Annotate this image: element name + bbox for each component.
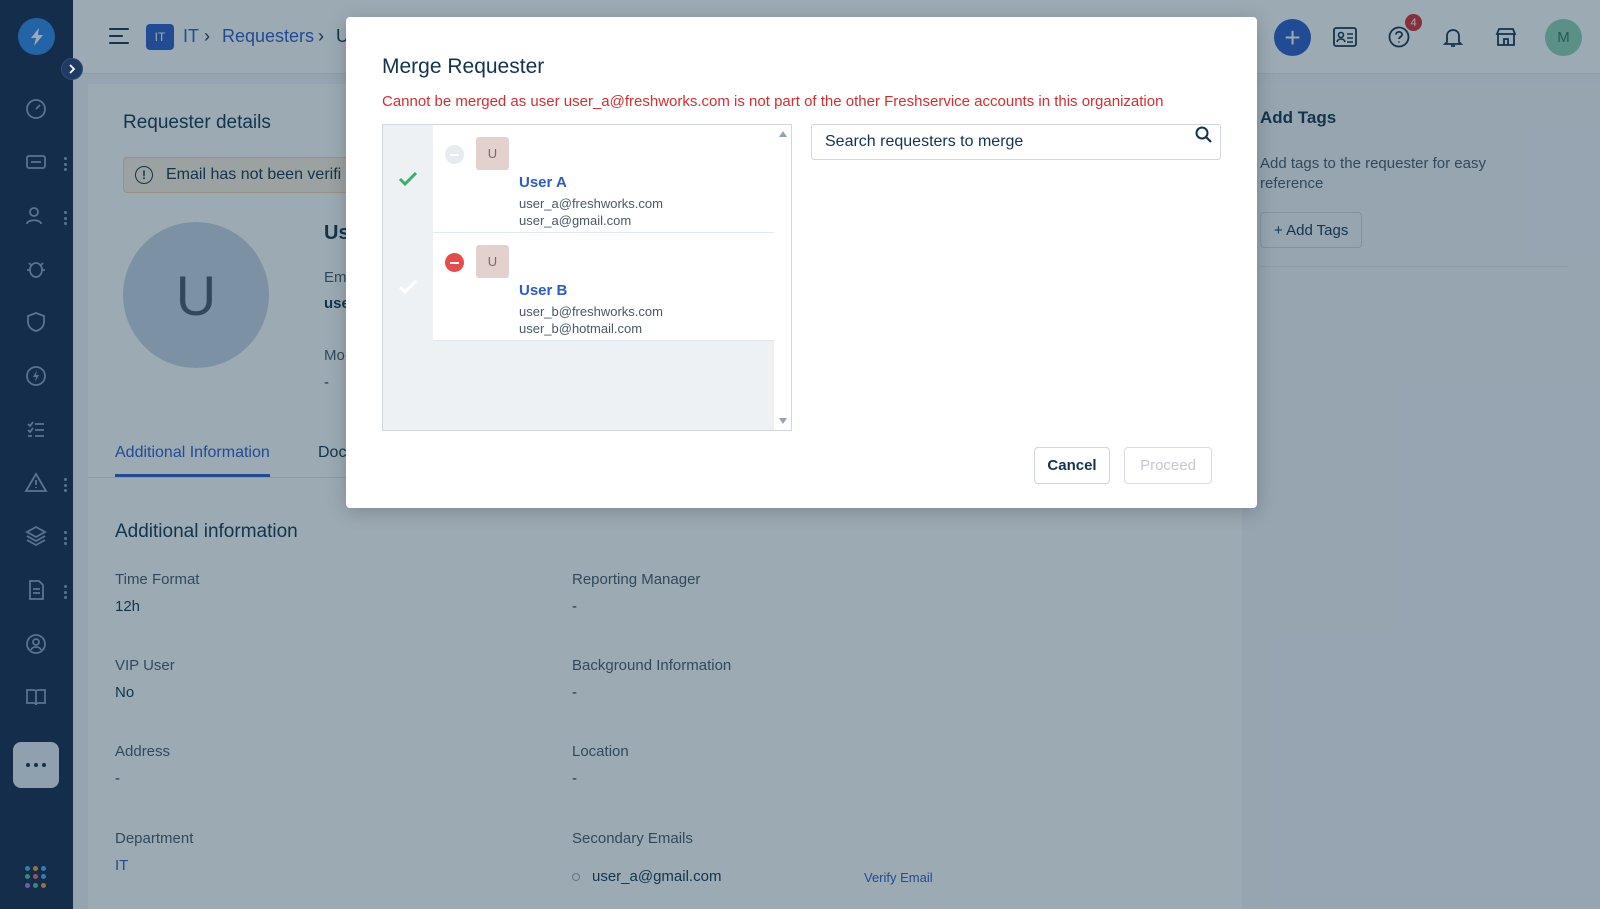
user-email-primary: user_b@freshworks.com (519, 304, 663, 319)
list-scrollbar[interactable] (774, 125, 791, 430)
user-name[interactable]: User B (519, 282, 567, 299)
primary-check-cell[interactable] (383, 233, 433, 341)
merge-requester-modal: Merge Requester Cannot be merged as user… (346, 17, 1257, 508)
user-email-primary: user_a@freshworks.com (519, 196, 663, 211)
list-item[interactable]: U User B user_b@freshworks.com user_b@ho… (383, 233, 774, 341)
scroll-down-arrow-icon[interactable] (779, 418, 787, 424)
cancel-button[interactable]: Cancel (1034, 447, 1110, 484)
search-requesters-field (811, 124, 1221, 160)
search-icon[interactable] (1194, 125, 1214, 145)
user-email-secondary: user_a@gmail.com (519, 213, 632, 228)
user-name[interactable]: User A (519, 174, 567, 191)
sidebar-expand-chevron-icon[interactable] (61, 58, 83, 80)
modal-title: Merge Requester (382, 55, 545, 78)
primary-check-cell[interactable] (383, 125, 433, 233)
user-avatar: U (476, 137, 509, 170)
scroll-up-arrow-icon[interactable] (779, 131, 787, 137)
check-icon (398, 279, 418, 295)
primary-check-icon (398, 171, 418, 187)
list-item[interactable]: U User A user_a@freshworks.com user_a@gm… (383, 125, 774, 233)
merge-user-list: U User A user_a@freshworks.com user_a@gm… (382, 124, 792, 431)
user-avatar: U (476, 245, 509, 278)
remove-disabled-icon (445, 145, 464, 164)
proceed-button[interactable]: Proceed (1124, 447, 1212, 484)
search-requesters-input[interactable] (812, 125, 1182, 159)
remove-user-icon[interactable] (445, 253, 464, 272)
merge-error-message: Cannot be merged as user user_a@freshwor… (382, 93, 1164, 110)
user-email-secondary: user_b@hotmail.com (519, 321, 643, 336)
